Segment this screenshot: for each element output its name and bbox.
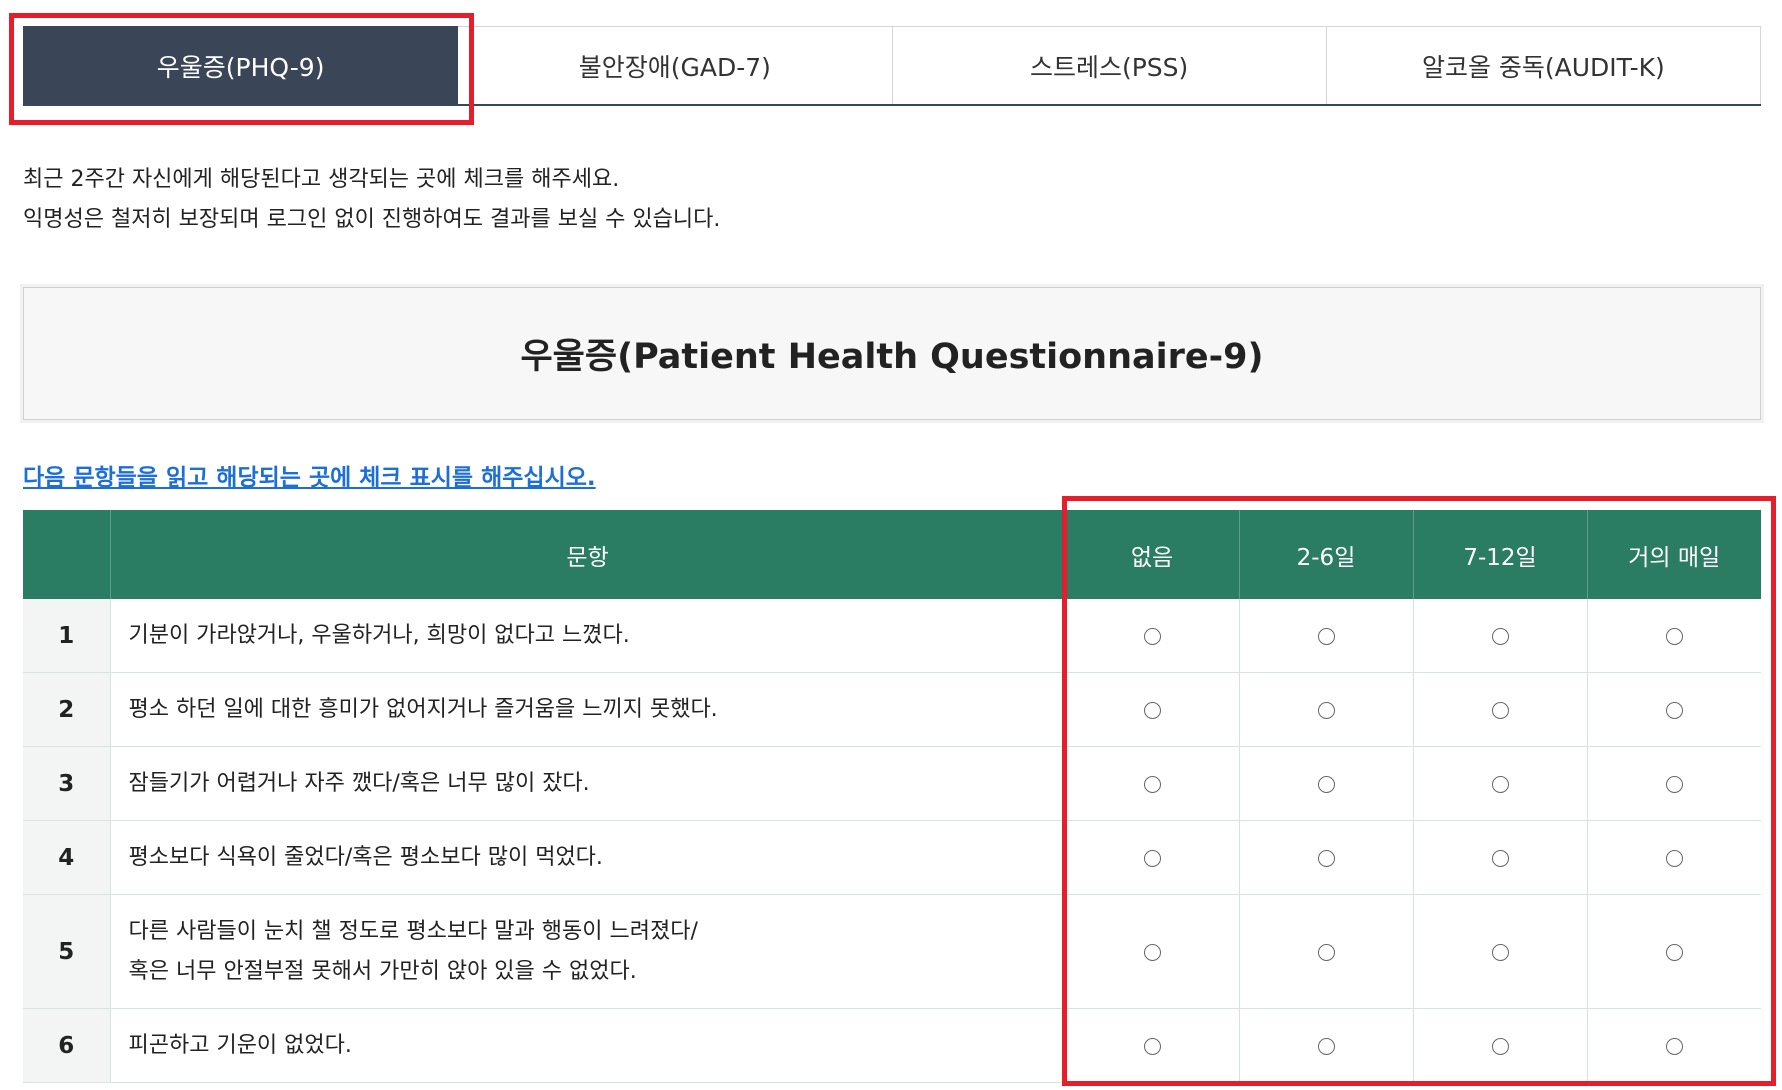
question-text: 피곤하고 기운이 없었다. <box>110 1008 1066 1083</box>
radio-2-6-days[interactable] <box>1317 627 1335 645</box>
radio-2-6-days[interactable] <box>1317 1037 1335 1055</box>
radio-2-6-days[interactable] <box>1317 849 1335 867</box>
table-header-row: 문항 없음 2-6일 7-12일 거의 매일 <box>23 510 1761 599</box>
radio-7-12-days[interactable] <box>1491 775 1509 793</box>
radio-none[interactable] <box>1143 775 1161 793</box>
radio-2-6-days[interactable] <box>1317 943 1335 961</box>
question-line: 평소보다 식욕이 줄었다/혹은 평소보다 많이 먹었다. <box>128 844 603 870</box>
radio-nearly-every-day[interactable] <box>1665 627 1683 645</box>
question-number: 1 <box>23 599 111 673</box>
table-row: 1 기분이 가라앉거나, 우울하거나, 희망이 없다고 느꼈다. <box>23 599 1761 673</box>
tab-bar: 우울증(PHQ-9) 불안장애(GAD-7) 스트레스(PSS) 알코올 중독(… <box>23 26 1761 106</box>
question-text: 평소 하던 일에 대한 흥미가 없어지거나 즐거움을 느끼지 못했다. <box>110 672 1066 747</box>
question-number: 4 <box>23 820 111 895</box>
survey-table: 문항 없음 2-6일 7-12일 거의 매일 1 기분이 가라앉거나, 우울하거… <box>23 510 1761 1083</box>
header-question: 문항 <box>110 510 1066 599</box>
radio-none[interactable] <box>1143 627 1161 645</box>
question-text: 평소보다 식욕이 줄었다/혹은 평소보다 많이 먹었다. <box>110 820 1066 895</box>
radio-7-12-days[interactable] <box>1491 849 1509 867</box>
table-row: 6 피곤하고 기운이 없었다. <box>23 1008 1761 1083</box>
radio-none[interactable] <box>1143 849 1161 867</box>
radio-nearly-every-day[interactable] <box>1665 943 1683 961</box>
radio-2-6-days[interactable] <box>1317 775 1335 793</box>
tab-phq9[interactable]: 우울증(PHQ-9) <box>23 26 459 104</box>
radio-nearly-every-day[interactable] <box>1665 849 1683 867</box>
header-num <box>23 510 111 599</box>
radio-nearly-every-day[interactable] <box>1665 701 1683 719</box>
question-text: 잠들기가 어렵거나 자주 깼다/혹은 너무 많이 잤다. <box>110 746 1066 821</box>
header-7-12-days: 7-12일 <box>1413 510 1588 599</box>
tab-audit-k[interactable]: 알코올 중독(AUDIT-K) <box>1326 26 1761 104</box>
radio-nearly-every-day[interactable] <box>1665 1037 1683 1055</box>
question-text: 기분이 가라앉거나, 우울하거나, 희망이 없다고 느꼈다. <box>110 599 1066 673</box>
table-row: 5 다른 사람들이 눈치 챌 정도로 평소보다 말과 행동이 느려졌다/ 혹은 … <box>23 894 1761 1009</box>
question-line: 피곤하고 기운이 없었다. <box>128 1032 352 1058</box>
question-line: 잠들기가 어렵거나 자주 깼다/혹은 너무 많이 잤다. <box>128 770 590 796</box>
radio-nearly-every-day[interactable] <box>1665 775 1683 793</box>
table-row: 2 평소 하던 일에 대한 흥미가 없어지거나 즐거움을 느끼지 못했다. <box>23 672 1761 747</box>
question-number: 6 <box>23 1008 111 1083</box>
instruction-link[interactable]: 다음 문항들을 읽고 해당되는 곳에 체크 표시를 해주십시오. <box>23 458 596 492</box>
radio-none[interactable] <box>1143 943 1161 961</box>
question-number: 3 <box>23 746 111 821</box>
question-line: 다른 사람들이 눈치 챌 정도로 평소보다 말과 행동이 느려졌다/ <box>128 918 698 944</box>
question-text: 다른 사람들이 눈치 챌 정도로 평소보다 말과 행동이 느려졌다/ 혹은 너무… <box>110 894 1066 1009</box>
question-line: 기분이 가라앉거나, 우울하거나, 희망이 없다고 느꼈다. <box>128 622 630 648</box>
header-2-6-days: 2-6일 <box>1239 510 1414 599</box>
intro-line-2: 익명성은 철저히 보장되며 로그인 없이 진행하여도 결과를 보실 수 있습니다… <box>23 207 721 232</box>
radio-none[interactable] <box>1143 701 1161 719</box>
radio-7-12-days[interactable] <box>1491 943 1509 961</box>
question-number: 5 <box>23 894 111 1009</box>
tab-pss[interactable]: 스트레스(PSS) <box>892 26 1327 104</box>
radio-2-6-days[interactable] <box>1317 701 1335 719</box>
question-number: 2 <box>23 672 111 747</box>
question-line: 혹은 너무 안절부절 못해서 가만히 앉아 있을 수 없었다. <box>128 958 637 984</box>
radio-7-12-days[interactable] <box>1491 627 1509 645</box>
tab-gad7[interactable]: 불안장애(GAD-7) <box>458 26 893 104</box>
header-none: 없음 <box>1065 510 1240 599</box>
intro-line-1: 최근 2주간 자신에게 해당된다고 생각되는 곳에 체크를 해주세요. <box>23 167 620 192</box>
radio-7-12-days[interactable] <box>1491 1037 1509 1055</box>
radio-none[interactable] <box>1143 1037 1161 1055</box>
table-row: 3 잠들기가 어렵거나 자주 깼다/혹은 너무 많이 잤다. <box>23 746 1761 821</box>
header-nearly-every-day: 거의 매일 <box>1587 510 1761 599</box>
intro-text: 최근 2주간 자신에게 해당된다고 생각되는 곳에 체크를 해주세요. 익명성은… <box>23 160 720 240</box>
radio-7-12-days[interactable] <box>1491 701 1509 719</box>
survey-title: 우울증(Patient Health Questionnaire-9) <box>20 284 1764 423</box>
question-line: 평소 하던 일에 대한 흥미가 없어지거나 즐거움을 느끼지 못했다. <box>128 696 718 722</box>
table-row: 4 평소보다 식욕이 줄었다/혹은 평소보다 많이 먹었다. <box>23 820 1761 895</box>
